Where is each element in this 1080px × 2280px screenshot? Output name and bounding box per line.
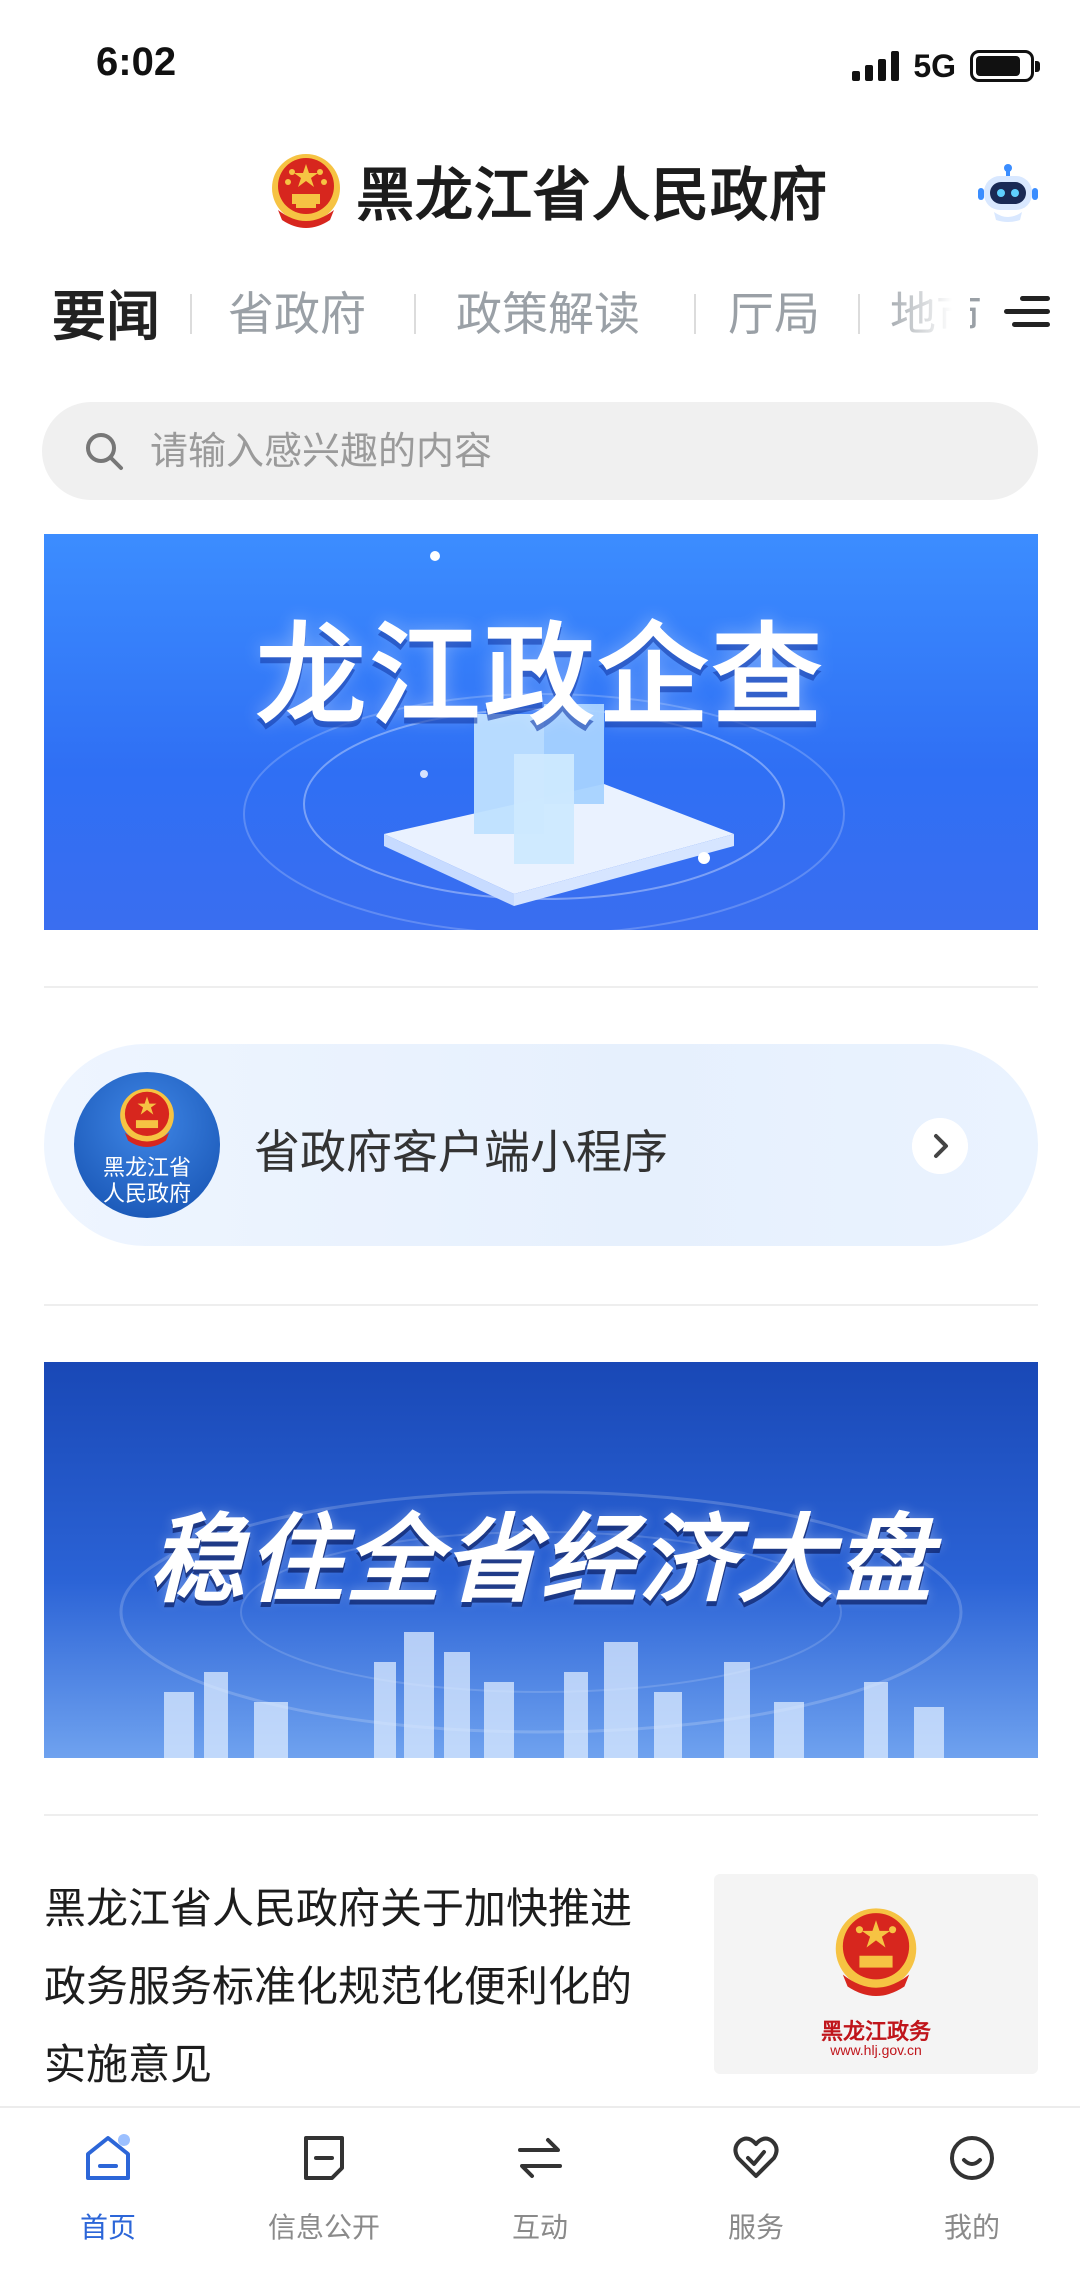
- mini-program-card[interactable]: 黑龙江省 人民政府 省政府客户端小程序: [44, 1044, 1038, 1246]
- brand: 黑龙江省人民政府: [268, 148, 828, 232]
- news-title: 黑龙江省人民政府关于加快推进政务服务标准化规范化便利化的实施意见: [44, 1884, 633, 2089]
- logo-text-line2: 人民政府: [102, 1182, 191, 1207]
- nav-label: 服务: [727, 2211, 784, 2244]
- news-list-item[interactable]: 黑龙江省人民政府关于加快推进政务服务标准化规范化便利化的实施意见 黑龙江政务 w…: [44, 1870, 1038, 2100]
- emblem-icon: [120, 1088, 174, 1147]
- interact-icon: [518, 2138, 562, 2178]
- status-bar: 6:02 5G: [0, 0, 1080, 130]
- robot-assistant-icon[interactable]: [976, 160, 1040, 224]
- signal-icon: [852, 51, 900, 81]
- tab-departments[interactable]: 厅局: [728, 278, 820, 344]
- info-public-icon: [304, 2136, 344, 2180]
- section-divider: [44, 986, 1038, 988]
- bottom-nav: 首页 信息公开 互动 服务 我的: [0, 2106, 1080, 2280]
- section-divider: [44, 1304, 1038, 1306]
- profile-icon: [950, 2136, 994, 2180]
- nav-profile[interactable]: 我的: [897, 2130, 1047, 2246]
- service-icon: [733, 2136, 779, 2178]
- tab-separator: [694, 294, 696, 334]
- app-header: 黑龙江省人民政府: [0, 140, 1080, 250]
- search-input[interactable]: [150, 429, 970, 473]
- tab-policy-interpretation[interactable]: 政策解读: [456, 278, 640, 344]
- tab-fade-overlay: [880, 270, 970, 350]
- tab-separator: [190, 294, 192, 334]
- network-type: 5G: [913, 47, 956, 84]
- section-divider: [44, 1814, 1038, 1816]
- search-bar[interactable]: [42, 402, 1038, 500]
- nav-label: 我的: [943, 2211, 1000, 2244]
- national-emblem-icon: [272, 154, 340, 228]
- nav-home[interactable]: 首页: [33, 2130, 183, 2246]
- tab-separator: [858, 294, 860, 334]
- nav-info-public[interactable]: 信息公开: [249, 2130, 399, 2246]
- menu-icon[interactable]: [1002, 290, 1050, 334]
- battery-icon: [970, 50, 1040, 82]
- chevron-right-icon[interactable]: [912, 1118, 968, 1174]
- mini-program-logo: 黑龙江省 人民政府: [74, 1072, 220, 1218]
- mini-program-logo-text: 黑龙江省 人民政府: [74, 1156, 220, 1208]
- app-title: 黑龙江省人民政府: [356, 161, 829, 229]
- nav-label: 信息公开: [267, 2211, 380, 2244]
- tab-separator: [414, 294, 416, 334]
- nav-service[interactable]: 服务: [681, 2130, 831, 2246]
- tab-provincial-gov[interactable]: 省政府: [228, 278, 366, 344]
- banner-title: 龙江政企查: [256, 612, 826, 740]
- status-time: 6:02: [96, 40, 177, 84]
- home-icon: [86, 2134, 130, 2180]
- emblem-icon: [835, 1908, 917, 1996]
- category-tabs: 要闻 省政府 政策解读 厅局 地市: [0, 270, 1080, 354]
- status-indicators: 5G: [852, 46, 1040, 86]
- thumbnail-url: www.hlj.gov.cn: [830, 2042, 922, 2058]
- banner-enterprise-query[interactable]: 龙江政企查: [44, 534, 1038, 930]
- logo-text-line1: 黑龙江省: [102, 1156, 191, 1181]
- search-icon: [86, 433, 123, 470]
- nav-interact[interactable]: 互动: [465, 2130, 615, 2246]
- nav-label: 互动: [511, 2211, 568, 2244]
- news-thumbnail: 黑龙江政务 www.hlj.gov.cn: [714, 1874, 1038, 2074]
- tab-news[interactable]: 要闻: [52, 272, 160, 351]
- mini-program-title: 省政府客户端小程序: [254, 1125, 668, 1179]
- nav-label: 首页: [79, 2211, 136, 2244]
- banner-economy[interactable]: 稳住全省经济大盘: [44, 1362, 1038, 1758]
- banner-title: 稳住全省经济大盘: [149, 1504, 933, 1616]
